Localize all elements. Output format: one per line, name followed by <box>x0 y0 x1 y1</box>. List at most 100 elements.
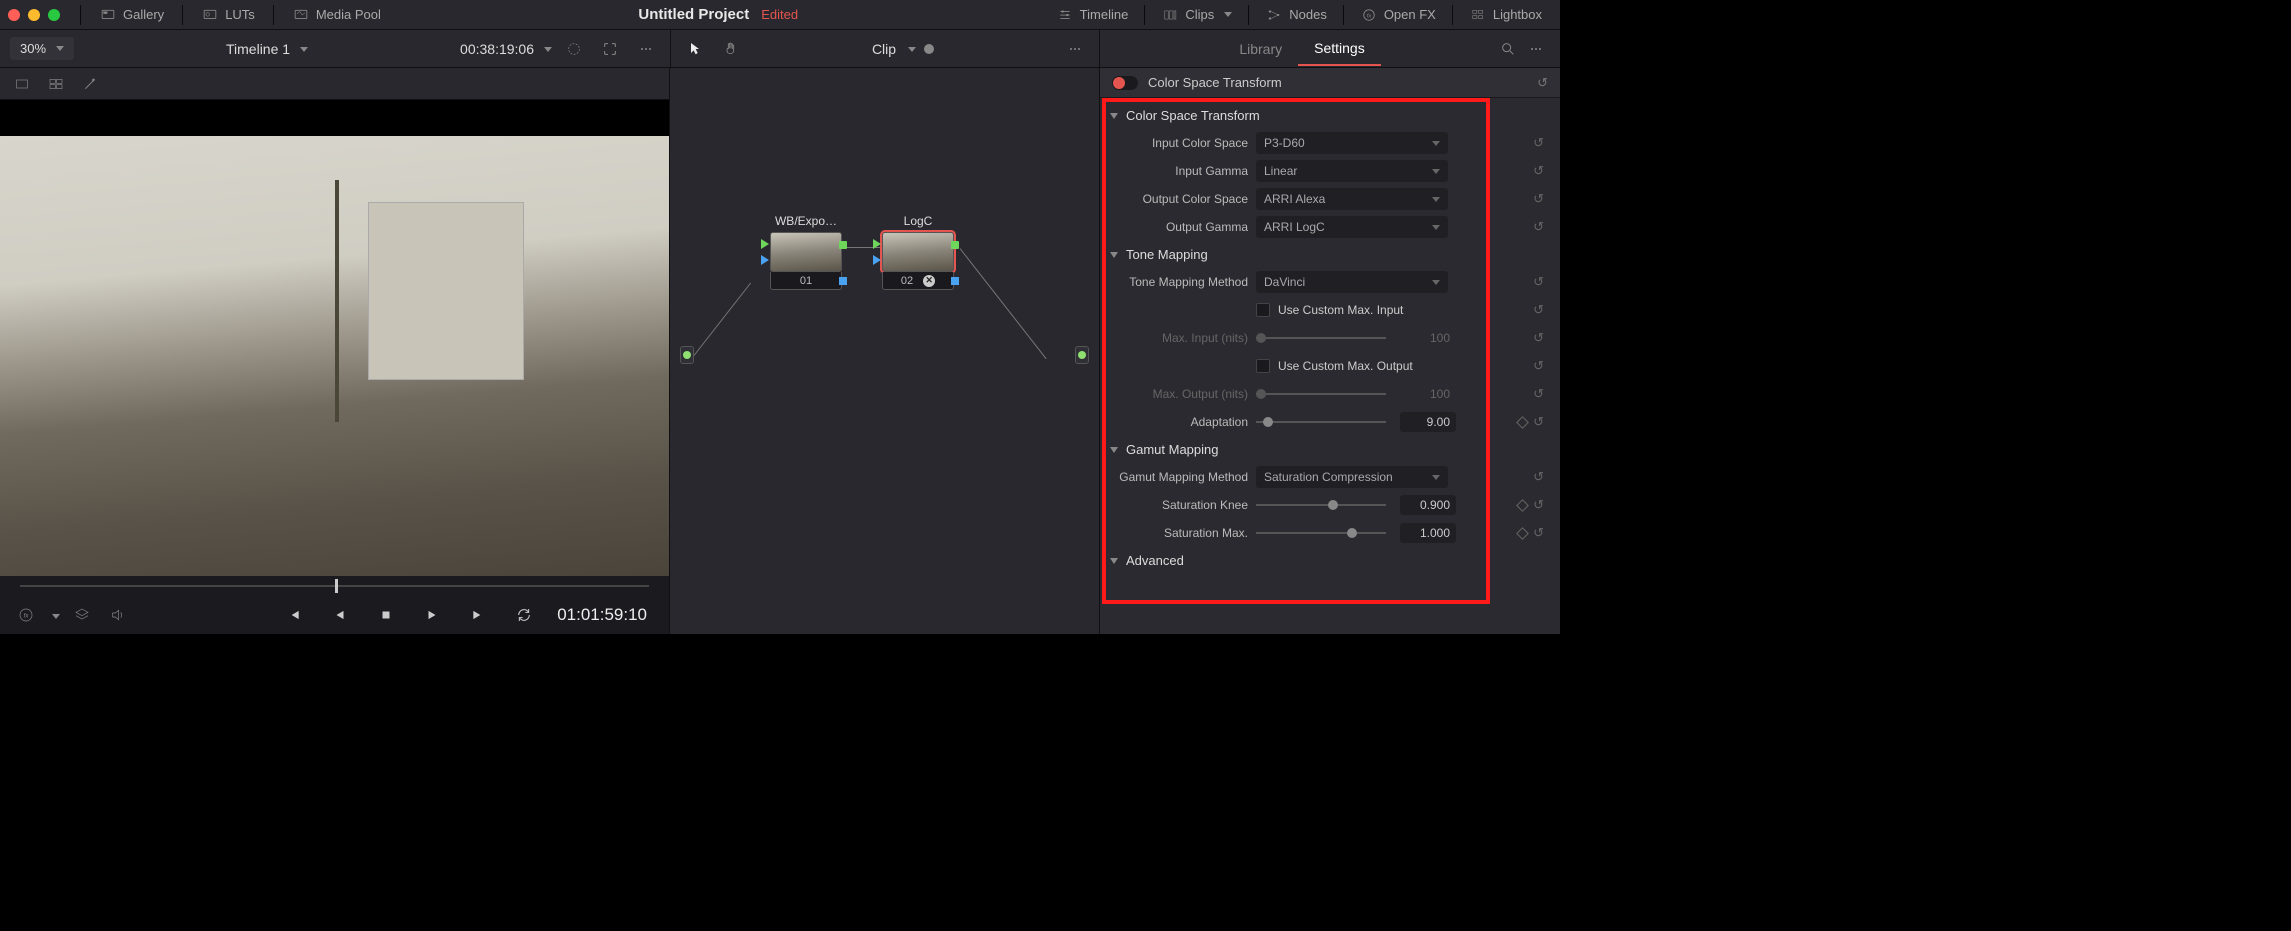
prev-clip-button[interactable] <box>280 601 308 629</box>
viewer-scrubber[interactable] <box>20 585 649 587</box>
reset-button[interactable]: ↺ <box>1527 274 1550 290</box>
view-grid-button[interactable] <box>42 70 70 98</box>
chevron-down-icon[interactable] <box>48 608 60 623</box>
input-color-space-select[interactable]: P3-D60 <box>1256 132 1448 154</box>
mute-button[interactable] <box>104 601 132 629</box>
saturation-max-slider[interactable] <box>1256 532 1386 534</box>
fx-global-reset-button[interactable]: ↺ <box>1537 75 1548 91</box>
timeline-toggle-button[interactable]: Timeline <box>1046 3 1139 26</box>
reset-button[interactable]: ↺ <box>1527 358 1550 374</box>
pointer-tool-button[interactable] <box>681 35 709 63</box>
node-graph-options-button[interactable] <box>1061 35 1089 63</box>
reset-button[interactable]: ↺ <box>1527 386 1550 402</box>
tab-library[interactable]: Library <box>1223 33 1298 65</box>
chevron-down-icon[interactable] <box>904 41 916 57</box>
keyframe-icon[interactable] <box>1516 527 1529 540</box>
saturation-knee-value[interactable]: 0.900 <box>1400 495 1456 515</box>
output-color-space-select[interactable]: ARRI Alexa <box>1256 188 1448 210</box>
fx-enable-toggle[interactable] <box>1112 76 1138 90</box>
next-clip-button[interactable] <box>464 601 492 629</box>
tone-mapping-method-select[interactable]: DaVinci <box>1256 271 1448 293</box>
clip-mode-indicator[interactable] <box>924 44 934 54</box>
section-advanced[interactable]: Advanced <box>1106 547 1554 574</box>
max-input-nits-slider <box>1256 337 1386 339</box>
keyframe-icon[interactable] <box>1516 416 1529 429</box>
reset-button[interactable]: ↺ <box>1527 330 1550 346</box>
node-graph-input[interactable] <box>680 346 694 364</box>
play-reverse-icon <box>333 608 347 622</box>
clips-button[interactable]: Clips <box>1151 3 1242 26</box>
inspector-options-button[interactable] <box>1522 35 1550 63</box>
search-button[interactable] <box>1494 35 1522 63</box>
timeline-name-dropdown[interactable]: Timeline 1 <box>82 41 452 57</box>
saturation-max-value[interactable]: 1.000 <box>1400 523 1456 543</box>
reset-button[interactable]: ↺ <box>1527 302 1550 318</box>
use-custom-max-output-check[interactable] <box>1256 359 1270 373</box>
zoom-window-button[interactable] <box>48 9 60 21</box>
adaptation-value[interactable]: 9.00 <box>1400 412 1456 432</box>
use-custom-max-input-check[interactable] <box>1256 303 1270 317</box>
viewer-timecode-dropdown[interactable]: 00:38:19:06 <box>460 41 552 57</box>
close-window-button[interactable] <box>8 9 20 21</box>
section-color-space-transform[interactable]: Color Space Transform <box>1106 102 1554 129</box>
reset-button[interactable]: ↺ <box>1527 469 1550 485</box>
viewer-image[interactable] <box>0 136 669 576</box>
node-output-rgb[interactable] <box>839 241 847 249</box>
media-pool-button[interactable]: Media Pool <box>282 3 391 26</box>
node-output-rgb[interactable] <box>951 241 959 249</box>
output-gamma-select[interactable]: ARRI LogC <box>1256 216 1448 238</box>
viewer-zoom-select[interactable]: 30% <box>10 37 74 60</box>
bypass-fx-button[interactable]: fx <box>12 601 40 629</box>
reset-button[interactable]: ↺ <box>1527 191 1550 207</box>
openfx-button[interactable]: fx Open FX <box>1350 3 1446 26</box>
keyframe-reset-group[interactable]: ↺ <box>1512 525 1550 541</box>
expand-viewer-button[interactable] <box>596 35 624 63</box>
play-reverse-button[interactable] <box>326 601 354 629</box>
node-input-alpha[interactable] <box>873 255 881 265</box>
loop-button[interactable] <box>510 601 538 629</box>
output-color-space-label: Output Color Space <box>1110 192 1248 206</box>
play-button[interactable] <box>418 601 446 629</box>
reset-button[interactable]: ↺ <box>1527 219 1550 235</box>
minimize-window-button[interactable] <box>28 9 40 21</box>
section-title: Gamut Mapping <box>1126 442 1219 457</box>
saturation-knee-slider[interactable] <box>1256 504 1386 506</box>
keyframe-reset-group[interactable]: ↺ <box>1512 414 1550 430</box>
luts-button[interactable]: LUTs <box>191 3 265 26</box>
inspector-pane: Color Space Transform ↺ Color Space Tran… <box>1100 68 1560 634</box>
keyframe-icon[interactable] <box>1516 499 1529 512</box>
playhead[interactable] <box>335 579 338 593</box>
luts-icon <box>201 8 219 22</box>
reset-button[interactable]: ↺ <box>1527 135 1550 151</box>
pan-tool-button[interactable] <box>717 35 745 63</box>
section-tone-mapping[interactable]: Tone Mapping <box>1106 241 1554 268</box>
stop-button[interactable] <box>372 601 400 629</box>
node-input-rgb[interactable] <box>873 239 881 249</box>
magic-wand-button[interactable] <box>76 70 104 98</box>
keyframe-reset-group[interactable]: ↺ <box>1512 497 1550 513</box>
gamut-mapping-method-select[interactable]: Saturation Compression <box>1256 466 1448 488</box>
search-icon <box>1500 41 1516 57</box>
layers-button[interactable] <box>68 601 96 629</box>
reset-button[interactable]: ↺ <box>1527 163 1550 179</box>
view-single-button[interactable] <box>8 70 36 98</box>
nodes-button[interactable]: Nodes <box>1255 3 1337 26</box>
section-gamut-mapping[interactable]: Gamut Mapping <box>1106 436 1554 463</box>
input-gamma-select[interactable]: Linear <box>1256 160 1448 182</box>
viewer-options-button[interactable] <box>632 35 660 63</box>
node-graph-output[interactable] <box>1075 346 1089 364</box>
node-input-alpha[interactable] <box>761 255 769 265</box>
node-output-alpha[interactable] <box>839 277 847 285</box>
node-graph-pane[interactable]: WB/Expo… 01 LogC <box>670 68 1100 634</box>
adaptation-slider[interactable] <box>1256 421 1386 423</box>
node-logc[interactable]: LogC 02 ✕ <box>882 214 954 290</box>
gallery-button[interactable]: Gallery <box>89 3 174 26</box>
node-wb-exposure[interactable]: WB/Expo… 01 <box>770 214 842 290</box>
single-view-icon <box>14 76 30 92</box>
tab-settings[interactable]: Settings <box>1298 32 1381 66</box>
lightbox-button[interactable]: Lightbox <box>1459 3 1552 26</box>
node-output-alpha[interactable] <box>951 277 959 285</box>
input-color-space-label: Input Color Space <box>1110 136 1248 150</box>
image-wipe-button[interactable] <box>560 35 588 63</box>
node-input-rgb[interactable] <box>761 239 769 249</box>
